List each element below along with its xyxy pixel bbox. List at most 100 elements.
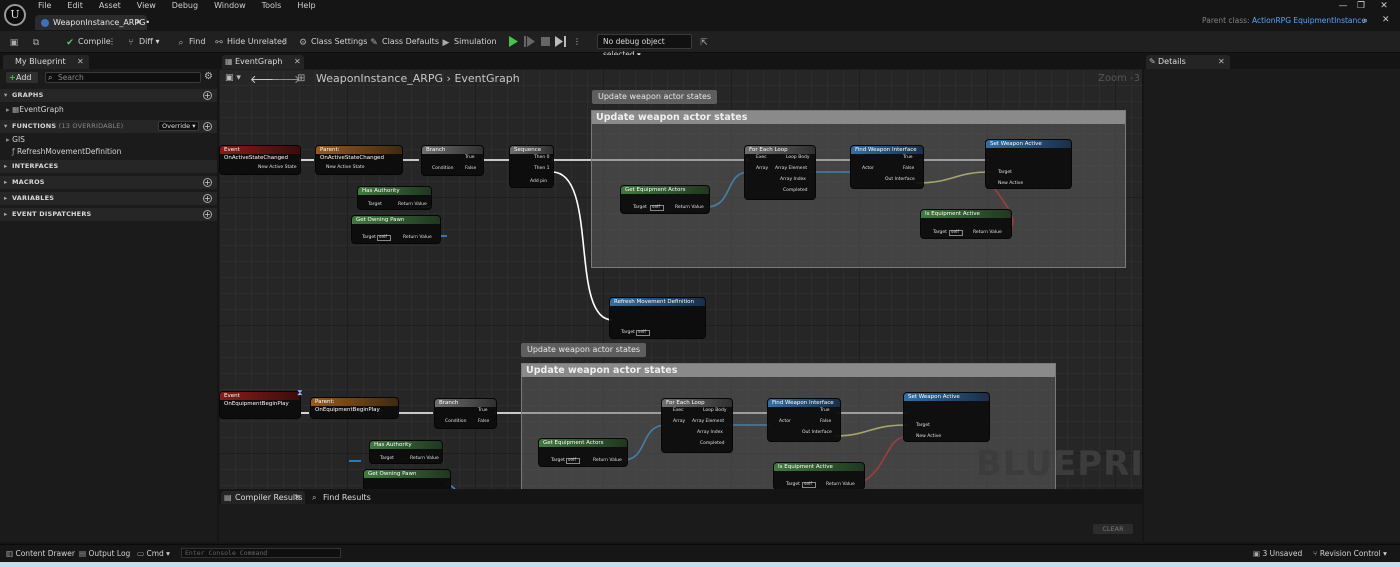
- node-branch[interactable]: Branch True Condition False: [421, 145, 484, 176]
- eject-icon[interactable]: [555, 36, 566, 47]
- menu-view[interactable]: View: [131, 0, 166, 12]
- section-graphs[interactable]: ▾ GRAPHS +: [0, 89, 217, 102]
- document-tab[interactable]: WeaponInstance_ARPG• ✕: [35, 15, 150, 30]
- hide-unrelated-button[interactable]: ⚯ Hide Unrelated: [214, 36, 287, 48]
- self-field[interactable]: self: [650, 205, 664, 211]
- debug-browse-icon[interactable]: ⇱: [699, 36, 712, 48]
- class-settings-button[interactable]: ⚙ Class Settings: [298, 36, 367, 48]
- cmd-dropdown[interactable]: ▭ Cmd ▾: [137, 549, 170, 559]
- save-icon[interactable]: ▣: [9, 36, 22, 48]
- tab-find-results[interactable]: ⌕ Find Results: [309, 491, 379, 504]
- compile-options-icon[interactable]: ⋮: [108, 36, 116, 48]
- node-parent-onactivestatechanged[interactable]: Parent: OnActiveStateChanged New Active …: [315, 145, 403, 175]
- node-get-owning-pawn-2[interactable]: Get Owning Pawn: [363, 469, 451, 489]
- node-parent-onequipmentbeginplay[interactable]: Parent: OnEquipmentBeginPlay: [310, 397, 399, 419]
- breadcrumb-root[interactable]: WeaponInstance_ARPG: [316, 72, 443, 85]
- node-get-equipment-actors[interactable]: Get Equipment Actors Target self Return …: [620, 185, 710, 214]
- search-input[interactable]: ⌕ Search: [45, 72, 201, 83]
- simulation-button[interactable]: ▶ Simulation: [441, 36, 497, 48]
- comment-bubble-top[interactable]: Update weapon actor states: [592, 90, 718, 104]
- override-dropdown[interactable]: Override ▾: [158, 121, 199, 131]
- add-pin-button[interactable]: Add pin: [530, 179, 547, 185]
- breadcrumb-leaf[interactable]: EventGraph: [454, 72, 519, 85]
- self-field[interactable]: self: [636, 330, 650, 336]
- node-has-authority[interactable]: Has Authority Target Return Value: [357, 186, 432, 210]
- unsaved-button[interactable]: ▣ 3 Unsaved: [1253, 549, 1302, 559]
- node-for-each-loop[interactable]: For Each Loop Exec Loop Body Array Array…: [744, 145, 816, 200]
- clear-button[interactable]: CLEAR: [1093, 524, 1133, 534]
- add-macro-icon[interactable]: +: [203, 178, 212, 187]
- settings-gear-icon[interactable]: ⚙: [204, 71, 213, 82]
- menu-help[interactable]: Help: [291, 0, 325, 12]
- self-field[interactable]: self: [802, 482, 816, 488]
- content-drawer-button[interactable]: ▥ Content Drawer: [6, 549, 75, 559]
- close-window-icon[interactable]: ✕: [1377, 1, 1391, 11]
- comment-title-top[interactable]: Update weapon actor states: [592, 111, 1125, 124]
- node-set-weapon-active[interactable]: Set Weapon Active Target New Active: [985, 139, 1072, 189]
- section-interfaces[interactable]: ▸ INTERFACES: [0, 160, 217, 173]
- comment-title-bottom[interactable]: Update weapon actor states: [522, 364, 1055, 377]
- search-icon[interactable]: ⌕: [1363, 16, 1368, 26]
- stop-icon[interactable]: [540, 36, 551, 47]
- minimize-icon[interactable]: —: [1336, 1, 1350, 11]
- node-get-owning-pawn[interactable]: Get Owning Pawn Target self Return Value: [351, 215, 441, 244]
- close-tab-icon[interactable]: ✕: [294, 491, 301, 504]
- graph-options-icon[interactable]: ▣ ▾: [225, 73, 241, 83]
- play-options-icon[interactable]: ⋮: [573, 36, 581, 48]
- menu-debug[interactable]: Debug: [166, 0, 208, 12]
- output-log-button[interactable]: ▤ Output Log: [79, 549, 130, 559]
- menu-edit[interactable]: Edit: [61, 0, 93, 12]
- add-graph-icon[interactable]: +: [203, 91, 212, 100]
- node-for-each-loop-2[interactable]: For Each Loop Exec Loop Body Array Array…: [661, 398, 733, 453]
- add-button[interactable]: Add: [6, 72, 38, 83]
- tree-item-eventgraph[interactable]: ▸ ▦EventGraph: [6, 105, 64, 115]
- diff-button[interactable]: ⑂ Diff ▾: [126, 36, 159, 48]
- node-event-onactivestatechanged[interactable]: Event OnActiveStateChanged New Active St…: [219, 145, 301, 175]
- console-input[interactable]: Enter Console Command: [181, 548, 341, 558]
- close-tab-icon[interactable]: ✕: [77, 55, 84, 69]
- tab-compiler-results[interactable]: ▤ Compiler Results ✕: [221, 491, 305, 504]
- node-sequence[interactable]: Sequence Then 0 Then 1 Add pin: [509, 145, 554, 188]
- revision-control-button[interactable]: ⑂ Revision Control ▾: [1313, 549, 1387, 559]
- tree-item-refresh-movement[interactable]: ƒ RefreshMovementDefinition: [12, 147, 121, 157]
- close-icon[interactable]: ✕: [1382, 15, 1390, 25]
- graph-canvas[interactable]: Update weapon actor states Update weapon…: [219, 69, 1142, 489]
- tab-my-blueprint[interactable]: My Blueprint ✕: [3, 55, 89, 69]
- menu-tools[interactable]: Tools: [256, 0, 292, 12]
- step-icon[interactable]: [524, 36, 535, 47]
- browse-icon[interactable]: ⧉: [31, 36, 44, 48]
- class-defaults-button[interactable]: ✎ Class Defaults: [369, 36, 439, 48]
- restore-icon[interactable]: ❐: [1354, 1, 1368, 11]
- menu-window[interactable]: Window: [208, 0, 256, 12]
- self-field[interactable]: self: [949, 230, 963, 236]
- section-variables[interactable]: ▸ VARIABLES +: [0, 192, 217, 205]
- node-is-equipment-active-2[interactable]: Is Equipment Active Target self Return V…: [773, 462, 865, 489]
- add-dispatcher-icon[interactable]: +: [203, 210, 212, 219]
- unreal-logo-icon[interactable]: U: [4, 4, 26, 26]
- add-variable-icon[interactable]: +: [203, 194, 212, 203]
- node-set-weapon-active-2[interactable]: Set Weapon Active Target New Active: [903, 392, 990, 442]
- node-is-equipment-active[interactable]: Is Equipment Active Target self Return V…: [920, 209, 1012, 239]
- node-find-weapon-interface-2[interactable]: Find Weapon Interface True Actor False O…: [767, 398, 841, 442]
- node-get-equipment-actors-2[interactable]: Get Equipment Actors Target self Return …: [538, 438, 628, 467]
- menu-asset[interactable]: Asset: [93, 0, 131, 12]
- node-branch-2[interactable]: Branch True Condition False: [434, 398, 497, 429]
- close-tab-icon[interactable]: ✕: [294, 55, 301, 69]
- menu-file[interactable]: File: [32, 0, 61, 12]
- section-macros[interactable]: ▸ MACROS +: [0, 176, 217, 189]
- tab-details[interactable]: ✎ Details ✕: [1146, 55, 1230, 69]
- node-event-onequipmentbeginplay[interactable]: Event OnEquipmentBeginPlay: [219, 391, 301, 419]
- tab-eventgraph[interactable]: ▦ EventGraph ✕: [222, 55, 304, 69]
- self-field[interactable]: self: [377, 235, 391, 241]
- section-event-dispatchers[interactable]: ▸ EVENT DISPATCHERS +: [0, 208, 217, 221]
- parent-class-link[interactable]: ActionRPG EquipmentInstance: [1252, 16, 1366, 25]
- compile-button[interactable]: ✔ Compile: [65, 36, 111, 48]
- close-tab-icon[interactable]: ✕: [1218, 55, 1225, 69]
- add-function-icon[interactable]: +: [203, 122, 212, 131]
- close-tab-icon[interactable]: ✕: [135, 15, 142, 30]
- node-find-weapon-interface[interactable]: Find Weapon Interface True Actor False O…: [850, 145, 924, 189]
- tree-item-gis[interactable]: ▸ GIS: [6, 135, 25, 145]
- node-has-authority-2[interactable]: Has Authority Target Return Value: [369, 440, 443, 464]
- comment-bubble-bottom[interactable]: Update weapon actor states: [521, 343, 647, 357]
- find-button[interactable]: ⌕ Find: [176, 36, 205, 48]
